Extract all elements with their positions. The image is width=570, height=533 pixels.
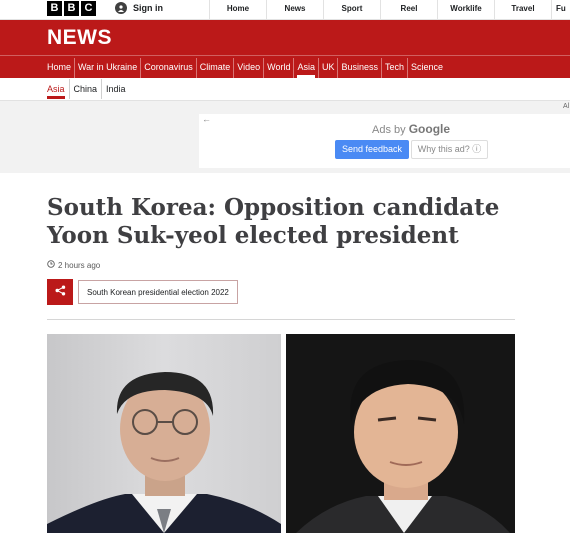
subnav-china[interactable]: China	[68, 79, 102, 99]
bbc-logo[interactable]: B B C	[47, 1, 96, 16]
top-nav: Home News Sport Reel Worklife Travel Fu	[209, 0, 570, 19]
topnav-worklife[interactable]: Worklife	[437, 0, 494, 19]
news-header-divider	[0, 55, 570, 56]
ads-by-google: Ads by Google	[372, 122, 450, 136]
photo-opposition-candidate	[47, 334, 281, 533]
page-title: South Korea: Opposition candidate Yoon S…	[47, 194, 500, 249]
share-icon	[55, 283, 66, 301]
nav-world[interactable]: World	[263, 58, 293, 78]
signin-link[interactable]: Sign in	[115, 2, 163, 14]
news-title[interactable]: NEWS	[47, 26, 112, 50]
logo-letter-c: C	[81, 1, 96, 16]
timestamp: 2 hours ago	[47, 260, 100, 270]
topnav-news[interactable]: News	[266, 0, 323, 19]
ad-corner-label: Al	[563, 103, 570, 110]
topnav-sport[interactable]: Sport	[323, 0, 380, 19]
signin-label: Sign in	[133, 3, 163, 13]
nav-asia[interactable]: Asia	[293, 58, 318, 78]
nav-climate[interactable]: Climate	[195, 58, 234, 78]
sub-nav: Asia China India	[47, 79, 130, 99]
nav-business[interactable]: Business	[337, 58, 381, 78]
logo-letter-b1: B	[47, 1, 62, 16]
nav-tech[interactable]: Tech	[381, 58, 407, 78]
timestamp-text: 2 hours ago	[58, 260, 101, 270]
topnav-future[interactable]: Fu	[551, 0, 570, 19]
google-label: Google	[408, 122, 451, 136]
nav-coronavirus[interactable]: Coronavirus	[140, 58, 196, 78]
subnav-india[interactable]: India	[101, 79, 130, 99]
nav-science[interactable]: Science	[407, 58, 446, 78]
photo-yoon-suk-yeol	[286, 334, 515, 533]
clock-icon	[47, 260, 55, 270]
news-nav: Home War in Ukraine Coronavirus Climate …	[47, 58, 446, 78]
topnav-travel[interactable]: Travel	[494, 0, 551, 19]
nav-war-in-ukraine[interactable]: War in Ukraine	[74, 58, 140, 78]
user-icon	[115, 2, 127, 14]
nav-home[interactable]: Home	[47, 58, 74, 78]
share-button[interactable]	[47, 279, 73, 305]
why-this-ad-button[interactable]: Why this ad? ⓘ	[411, 140, 488, 159]
subnav-asia[interactable]: Asia	[47, 79, 69, 99]
logo-letter-b2: B	[64, 1, 79, 16]
topnav-home[interactable]: Home	[209, 0, 266, 19]
ads-by-label: Ads by	[372, 124, 406, 136]
nav-uk[interactable]: UK	[317, 58, 338, 78]
divider	[47, 319, 515, 320]
back-arrow-icon[interactable]: ←	[202, 114, 211, 124]
send-feedback-button[interactable]: Send feedback	[335, 140, 409, 159]
topnav-reel[interactable]: Reel	[380, 0, 437, 19]
nav-video[interactable]: Video	[233, 58, 263, 78]
topic-tag[interactable]: South Korean presidential election 2022	[78, 280, 238, 304]
